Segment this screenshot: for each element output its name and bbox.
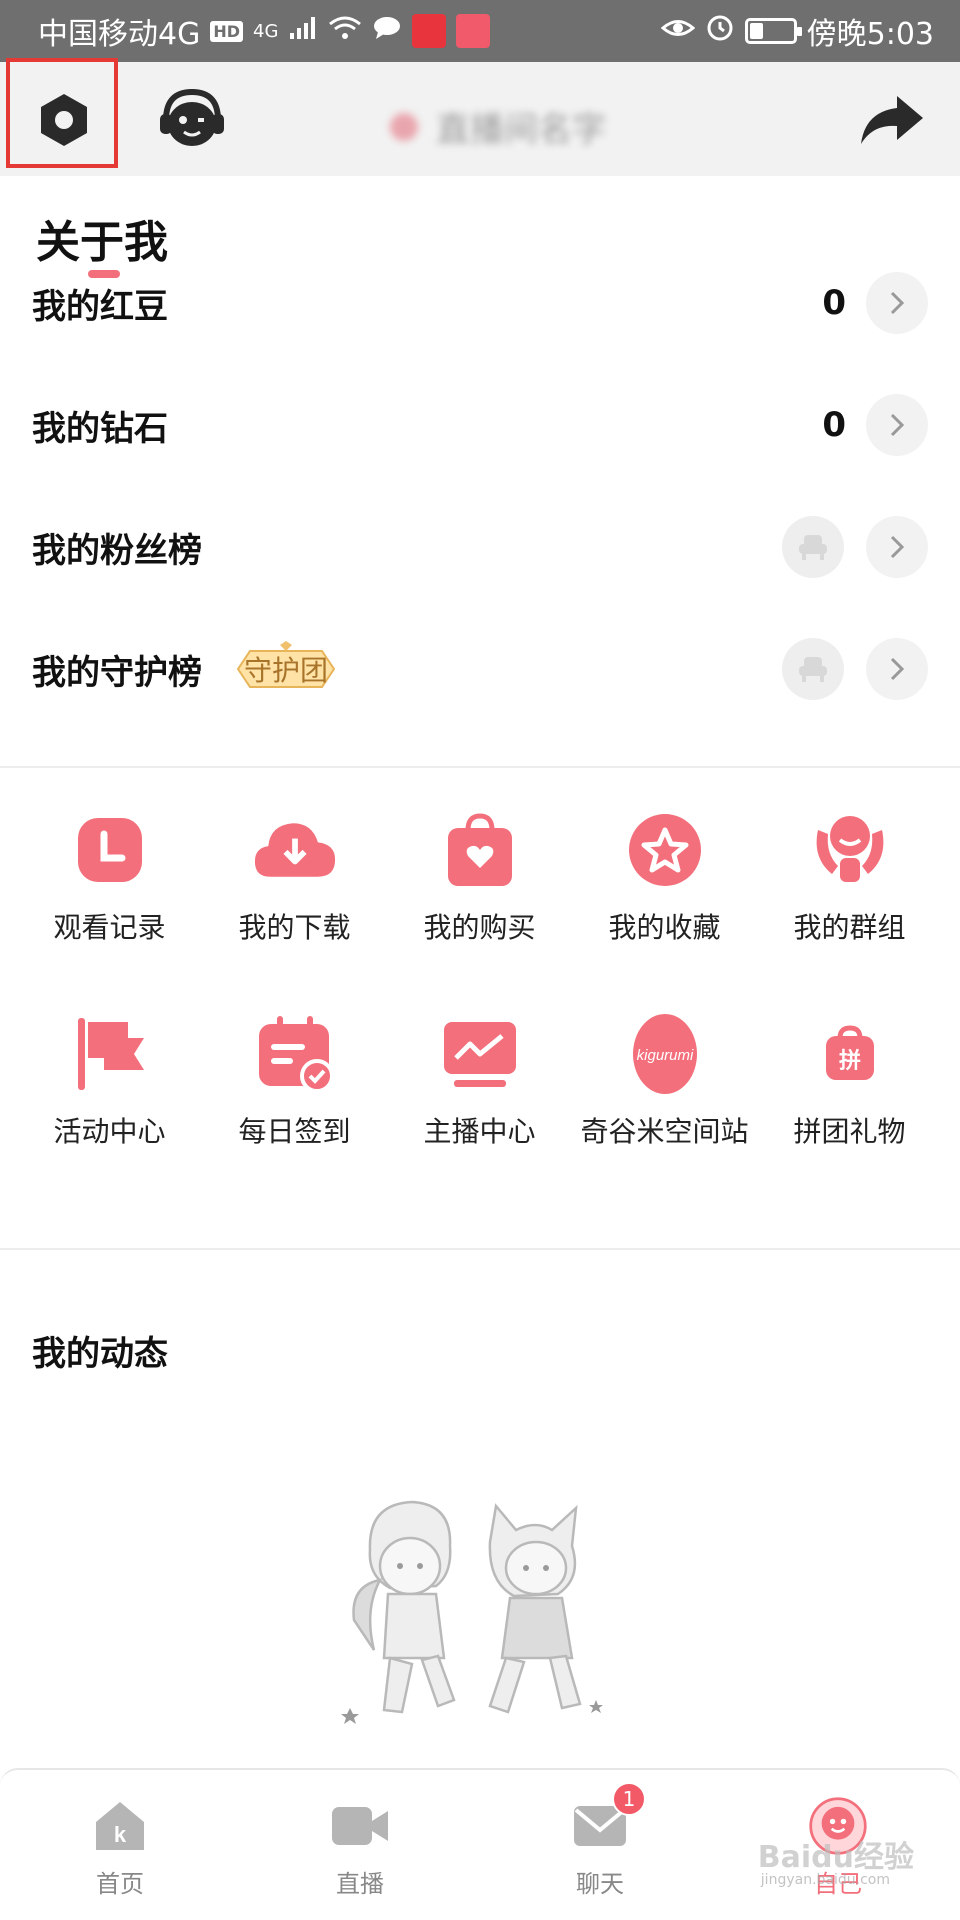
guard-team-badge: 守护团 — [224, 641, 348, 697]
chat-unread-badge: 1 — [612, 1782, 646, 1816]
eye-icon — [660, 14, 695, 49]
live-room-title[interactable]: 直播间名字 — [390, 102, 606, 151]
video-camera-icon — [330, 1796, 390, 1856]
status-bar-right: 傍晚5:03 — [660, 9, 934, 53]
empty-state-illustration — [341, 1500, 603, 1724]
flag-icon — [68, 1012, 152, 1096]
live-indicator-icon — [390, 112, 418, 141]
row-diamonds[interactable]: 我的钻石 0 — [0, 370, 960, 480]
hd-badge: HD — [210, 20, 244, 42]
sofa-seat-icon — [799, 657, 827, 682]
grid-item-watch-history[interactable]: 观看记录 — [17, 808, 202, 946]
grid-label: 拼团礼物 — [793, 1115, 906, 1148]
settings-button[interactable] — [28, 84, 100, 156]
grid-item-activity-center[interactable]: 活动中心 — [17, 1012, 202, 1150]
wifi-icon — [328, 14, 362, 49]
row-guard-ranking[interactable]: 我的守护榜 守护团 — [0, 614, 960, 724]
status-bar: 中国移动4G HD 4G 傍晚5:03 — [0, 0, 960, 62]
battery-icon — [744, 18, 802, 44]
fans-ranking-chevron-button[interactable] — [866, 516, 928, 578]
grid-label: 我的购买 — [423, 911, 536, 944]
cloud-download-icon — [253, 808, 337, 892]
chevron-right-icon — [890, 291, 905, 315]
headset-robot-icon — [160, 88, 224, 146]
diamonds-chevron-button[interactable] — [866, 394, 928, 456]
hexagon-settings-icon — [41, 94, 87, 146]
section-divider — [0, 1248, 960, 1250]
mail-icon: 1 — [570, 1782, 646, 1856]
grid-label: 我的群组 — [793, 911, 906, 944]
nav-label-live: 直播 — [336, 1870, 384, 1898]
section-divider — [0, 766, 960, 768]
baidu-watermark: Baidu经验 — [757, 1840, 914, 1875]
nav-label-home: 首页 — [96, 1870, 144, 1898]
chevron-right-icon — [890, 657, 905, 681]
nav-item-live[interactable]: 直播 — [280, 1796, 440, 1899]
diamonds-value: 0 — [822, 405, 846, 445]
grid-label: 我的收藏 — [608, 911, 721, 944]
calendar-check-icon — [253, 1012, 337, 1096]
grid-item-kigurumi-station[interactable]: kigurumi 奇谷米空间站 — [572, 1012, 757, 1150]
share-arrow-icon — [861, 96, 923, 144]
sofa-seat-icon — [799, 535, 827, 560]
grid-label: 奇谷米空间站 — [580, 1115, 749, 1148]
alarm-icon — [705, 12, 735, 50]
group-gift-icon-text: 拼 — [838, 1048, 860, 1074]
carrier-label: 中国移动4G — [38, 17, 201, 52]
home-icon: k — [90, 1796, 150, 1856]
fans-ranking-seat — [782, 516, 844, 578]
signal-type-label: 4G — [253, 20, 279, 42]
grid-label: 每日签到 — [238, 1115, 351, 1148]
kigurumi-icon: kigurumi — [623, 1012, 707, 1096]
customer-service-button[interactable] — [156, 84, 228, 156]
guard-team-badge-label: 守护团 — [243, 654, 328, 687]
shopping-bag-icon — [438, 808, 522, 892]
red-beans-chevron-button[interactable] — [866, 272, 928, 334]
grid-item-my-downloads[interactable]: 我的下载 — [202, 808, 387, 946]
star-icon — [623, 808, 707, 892]
live-room-title-text: 直播间名字 — [436, 110, 606, 150]
monitor-chart-icon — [438, 1012, 522, 1096]
grid-item-my-groups[interactable]: 我的群组 — [757, 808, 942, 946]
grid-label: 观看记录 — [53, 911, 166, 944]
kigurumi-icon-text: kigurumi — [636, 1047, 693, 1064]
message-bubble-icon — [372, 14, 402, 49]
my-dynamics-title: 我的动态 — [32, 1334, 168, 1374]
fans-ranking-label: 我的粉丝榜 — [32, 530, 202, 571]
nav-label-chat: 聊天 — [576, 1870, 624, 1898]
app-screen: 中国移动4G HD 4G 傍晚5:03 直播间名字 关于我 我的红豆 0 我的钻… — [0, 0, 960, 1920]
guard-ranking-seat — [782, 638, 844, 700]
diamonds-label: 我的钻石 — [32, 408, 168, 449]
group-icon — [808, 808, 892, 892]
grid-item-streamer-center[interactable]: 主播中心 — [387, 1012, 572, 1150]
top-header: 直播间名字 — [0, 58, 960, 176]
guard-ranking-label: 我的守护榜 — [32, 652, 202, 693]
home-icon-text: k — [114, 1822, 127, 1847]
grid-item-my-purchases[interactable]: 我的购买 — [387, 808, 572, 946]
nav-item-chat[interactable]: 1 聊天 — [520, 1782, 680, 1899]
chevron-right-icon — [890, 413, 905, 437]
status-bar-left: 中国移动4G HD 4G — [38, 9, 491, 53]
red-beans-value: 0 — [822, 283, 846, 323]
red-beans-label: 我的红豆 — [32, 286, 168, 327]
chevron-right-icon — [890, 535, 905, 559]
grid-label: 活动中心 — [53, 1115, 166, 1148]
nav-item-home[interactable]: k 首页 — [40, 1796, 200, 1899]
notification-app-icon — [456, 14, 491, 48]
grid-label: 主播中心 — [423, 1115, 536, 1148]
row-red-beans[interactable]: 我的红豆 0 — [0, 248, 960, 358]
clock-time: 傍晚5:03 — [806, 17, 934, 52]
flipboard-app-icon — [412, 14, 447, 48]
grid-label: 我的下载 — [238, 911, 351, 944]
grid-item-group-gift[interactable]: 拼 拼团礼物 — [757, 1012, 942, 1150]
row-fans-ranking[interactable]: 我的粉丝榜 — [0, 492, 960, 602]
signal-icon — [288, 14, 318, 49]
share-button[interactable] — [856, 84, 928, 156]
guard-ranking-chevron-button[interactable] — [866, 638, 928, 700]
clock-icon — [68, 808, 152, 892]
baidu-watermark-url: jingyan.baidu.com — [760, 1872, 890, 1888]
grid-item-daily-checkin[interactable]: 每日签到 — [202, 1012, 387, 1150]
group-gift-icon: 拼 — [808, 1012, 892, 1096]
grid-item-my-favorites[interactable]: 我的收藏 — [572, 808, 757, 946]
